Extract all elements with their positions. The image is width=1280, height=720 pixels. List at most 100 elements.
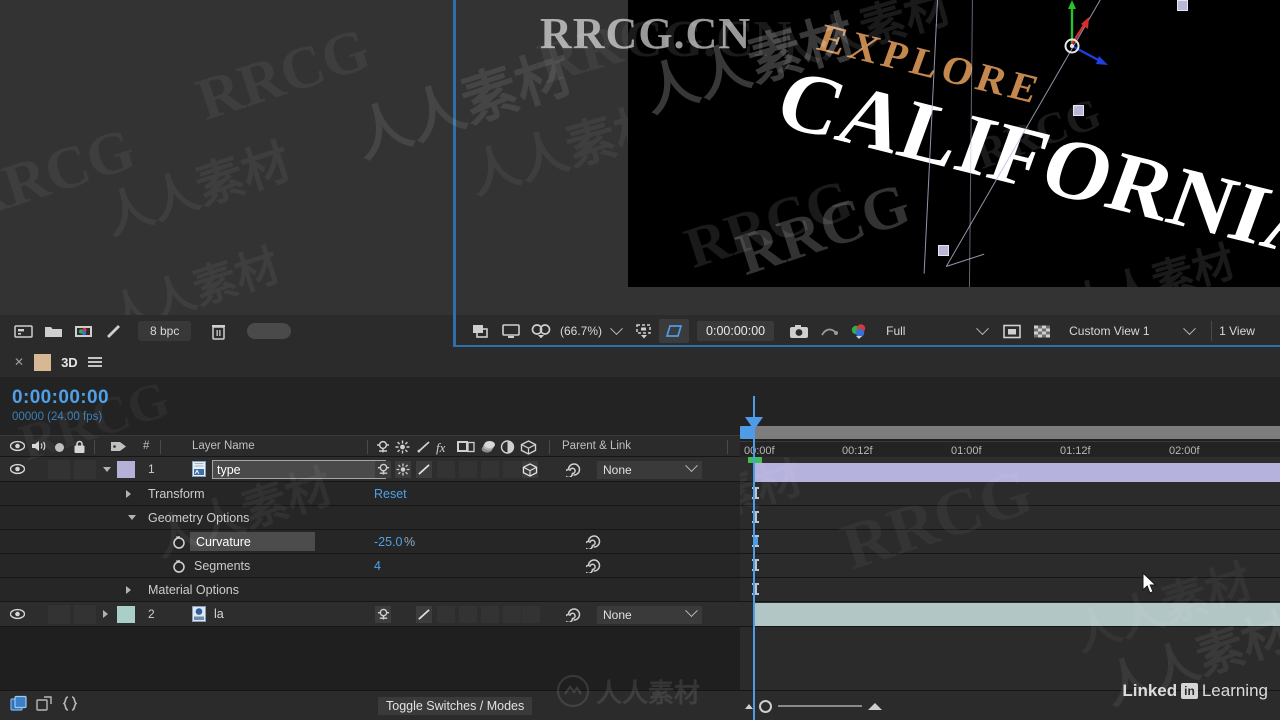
lock-icon[interactable] <box>73 440 86 457</box>
always-preview-icon[interactable] <box>466 319 496 343</box>
frame-render-time-icon[interactable] <box>10 695 28 717</box>
adjustment-layer-icon[interactable] <box>500 440 515 457</box>
main-viewer-icon[interactable] <box>496 319 526 343</box>
effects-icon[interactable]: fx <box>436 440 445 456</box>
resolution-down-icon[interactable] <box>629 319 659 343</box>
layer-visibility-toggle[interactable] <box>10 602 25 626</box>
timeline-panel[interactable]: ✕ 3D 0:00:00:00 00000 (24.00 fps) 00:00f… <box>0 347 1280 720</box>
property-row-segments[interactable]: Segments 4 <box>0 554 740 578</box>
layer-quality-switch[interactable] <box>416 606 432 623</box>
solo-icon[interactable] <box>54 442 65 456</box>
layer-3d-switch[interactable] <box>522 606 540 623</box>
close-icon[interactable]: ✕ <box>14 355 24 369</box>
layer-duration-bar[interactable] <box>753 603 1280 626</box>
chevron-down-icon[interactable] <box>1183 321 1196 335</box>
layer-visibility-toggle[interactable] <box>10 457 25 481</box>
curvature-stopwatch-icon[interactable] <box>172 530 186 553</box>
layer-motionblur-switch[interactable] <box>481 461 499 478</box>
property-row-geometry-options[interactable]: Geometry Options <box>0 506 740 530</box>
project-panel[interactable]: RRCG RRCG 人人素材 人人素材 <box>0 0 453 315</box>
layer-collapse-switch[interactable] <box>395 461 411 478</box>
layer-lock-toggle[interactable] <box>74 605 96 624</box>
timeline-current-time[interactable]: 0:00:00:00 <box>12 387 109 409</box>
selection-handle[interactable] <box>1073 105 1084 116</box>
layer-label-color[interactable] <box>117 461 135 478</box>
geometry-options-expand-toggle[interactable] <box>128 506 136 529</box>
timeline-tab-bar[interactable]: ✕ 3D <box>0 347 1280 377</box>
zoom-slider-knob[interactable] <box>759 699 772 713</box>
track-row-curvature[interactable] <box>740 530 1280 554</box>
work-area-start-handle[interactable] <box>740 426 754 439</box>
layer-expand-toggle[interactable] <box>103 457 111 481</box>
toggle-mask-paths-icon[interactable] <box>997 319 1027 343</box>
parent-link-dropdown[interactable]: None <box>597 459 702 479</box>
toggle-switches-modes-button[interactable]: Toggle Switches / Modes <box>378 697 533 715</box>
three-d-layer-icon[interactable] <box>520 440 537 458</box>
track-row-transform[interactable] <box>740 482 1280 506</box>
layer-frameblend-switch[interactable] <box>459 606 477 623</box>
expression-icon[interactable] <box>62 695 78 717</box>
transparency-grid-icon[interactable] <box>1027 319 1057 343</box>
region-of-interest-icon[interactable] <box>659 319 690 343</box>
curvature-value[interactable]: -25.0 <box>374 530 403 553</box>
delete-icon[interactable] <box>203 319 233 343</box>
layer-motionblur-switch[interactable] <box>481 606 499 623</box>
segments-stopwatch-icon[interactable] <box>172 554 186 577</box>
segments-expression-icon[interactable] <box>586 554 601 577</box>
tab-label-3d[interactable]: 3D <box>61 355 78 370</box>
zoom-level-value[interactable]: (66.7%) <box>560 324 602 338</box>
view-count-value[interactable]: 1 View <box>1219 324 1255 338</box>
track-row-layer2[interactable] <box>740 602 1280 627</box>
layer-name[interactable]: la <box>214 602 224 626</box>
layer-adjustment-switch[interactable] <box>503 606 521 623</box>
work-area-bar[interactable] <box>740 426 1280 439</box>
property-row-transform[interactable]: Transform Reset <box>0 482 740 506</box>
three-d-axis-gizmo[interactable] <box>1028 0 1118 80</box>
property-row-curvature[interactable]: Curvature -25.0 % <box>0 530 740 554</box>
track-row-geometry[interactable] <box>740 506 1280 530</box>
material-options-expand-toggle[interactable] <box>126 578 131 601</box>
zoom-in-icon[interactable] <box>868 702 882 710</box>
layer-adjustment-switch[interactable] <box>503 461 521 478</box>
segments-value[interactable]: 4 <box>374 554 381 577</box>
layer-expand-toggle[interactable] <box>103 602 108 626</box>
playhead[interactable] <box>745 396 763 720</box>
layer-shy-switch[interactable] <box>375 461 391 478</box>
motion-blur-icon[interactable] <box>480 440 497 457</box>
layer-frameblend-switch[interactable] <box>459 461 477 478</box>
chevron-down-icon[interactable] <box>610 321 623 335</box>
panel-menu-icon[interactable] <box>87 356 102 368</box>
eye-icon[interactable] <box>9 440 26 455</box>
layer-label-color[interactable] <box>117 606 135 623</box>
table-row[interactable]: 2 la None <box>0 602 740 627</box>
layer-audio-toggle[interactable] <box>48 605 70 624</box>
quality-icon[interactable] <box>416 440 431 457</box>
project-search-pill[interactable] <box>247 323 292 339</box>
track-row-material[interactable] <box>740 578 1280 602</box>
property-label-selected[interactable]: Curvature <box>190 532 315 551</box>
resolution-value[interactable]: Full <box>886 324 978 338</box>
show-snapshot-icon[interactable] <box>814 319 844 343</box>
collapse-transformations-icon[interactable] <box>395 440 410 457</box>
label-icon[interactable] <box>110 440 127 456</box>
track-row-segments[interactable] <box>740 554 1280 578</box>
selection-handle[interactable] <box>1177 0 1188 11</box>
track-row-layer1[interactable] <box>740 457 1280 482</box>
project-settings-icon[interactable] <box>8 319 38 343</box>
camera-snapshot-icon[interactable] <box>784 319 814 343</box>
chevron-down-icon[interactable] <box>976 321 989 335</box>
layer-shy-switch[interactable] <box>375 606 391 623</box>
layer-lock-toggle[interactable] <box>74 460 96 479</box>
property-row-material-options[interactable]: Material Options <box>0 578 740 602</box>
composition-panel[interactable]: RRCG 人人素材 EXPLORE CALIFORNIA CG.CN 人人素材 … <box>456 0 1280 315</box>
layer-3d-switch[interactable] <box>522 461 538 478</box>
transform-reset-link[interactable]: Reset <box>374 482 407 505</box>
layer-duration-bar[interactable] <box>753 463 1280 482</box>
parent-link-dropdown[interactable]: None <box>597 604 702 624</box>
timeline-zoom-control[interactable] <box>745 698 905 714</box>
viewer-timecode[interactable]: 0:00:00:00 <box>697 321 775 341</box>
view-layout-value[interactable]: Custom View 1 <box>1069 324 1185 338</box>
layer-effects-switch[interactable] <box>437 461 455 478</box>
timeline-status-bar[interactable] <box>0 690 1280 720</box>
new-composition-icon[interactable] <box>68 319 98 343</box>
